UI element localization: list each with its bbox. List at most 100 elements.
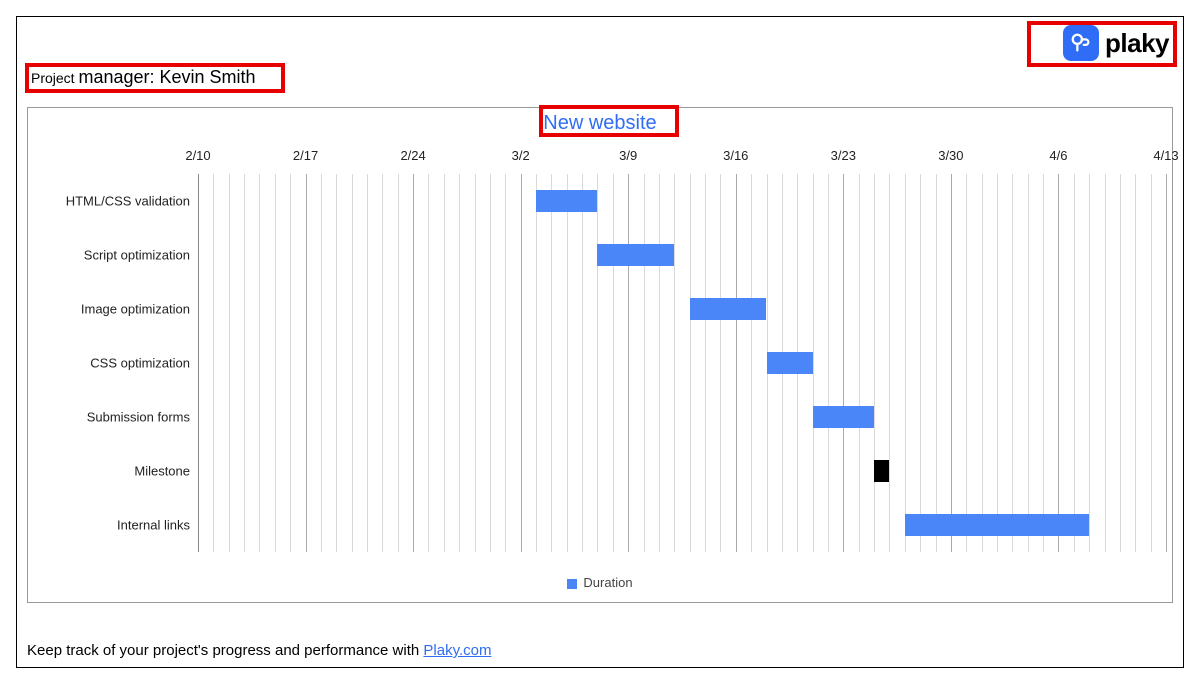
- chart-title: New website: [28, 112, 1172, 135]
- x-tick: 3/16: [723, 148, 748, 163]
- gridline: [859, 174, 860, 552]
- gantt-bar: [767, 352, 813, 374]
- gantt-chart: New website 2/10 2/17 2/24 3/2 3/9 3/16 3/23 3/…: [27, 107, 1173, 603]
- gridline: [1089, 174, 1090, 552]
- gridline: [1043, 174, 1044, 552]
- gantt-bar: [690, 298, 767, 320]
- y-label: HTML/CSS validation: [28, 194, 190, 209]
- y-label: CSS optimization: [28, 356, 190, 371]
- gridline: [275, 174, 276, 552]
- x-axis-ticks: 2/102/172/243/23/93/163/233/304/64/13: [28, 148, 1172, 166]
- plot-area: [198, 174, 1166, 552]
- gridline: [1058, 174, 1059, 552]
- gridline: [874, 174, 875, 552]
- gridline: [813, 174, 814, 552]
- gridline: [751, 174, 752, 552]
- legend-swatch: [567, 579, 577, 589]
- gridline: [905, 174, 906, 552]
- gridline: [1120, 174, 1121, 552]
- x-tick: 2/10: [185, 148, 210, 163]
- gridline: [567, 174, 568, 552]
- gridline: [828, 174, 829, 552]
- gridline: [213, 174, 214, 552]
- gridline: [306, 174, 307, 552]
- gridline: [1028, 174, 1029, 552]
- x-tick: 2/24: [400, 148, 425, 163]
- x-tick: 3/30: [938, 148, 963, 163]
- y-label: Script optimization: [28, 248, 190, 263]
- footer-text: Keep track of your project's progress an…: [27, 642, 491, 659]
- y-label: Submission forms: [28, 410, 190, 425]
- gridline: [1105, 174, 1106, 552]
- pm-value: manager: Kevin Smith: [78, 67, 255, 87]
- legend-label: Duration: [583, 575, 632, 590]
- gridline: [352, 174, 353, 552]
- gridline: [659, 174, 660, 552]
- gridline: [444, 174, 445, 552]
- gantt-bar: [905, 514, 1089, 536]
- y-axis-labels: HTML/CSS validation Script optimization Im…: [28, 174, 198, 552]
- gridline: [290, 174, 291, 552]
- gridline: [920, 174, 921, 552]
- gridline: [674, 174, 675, 552]
- gridline: [229, 174, 230, 552]
- footer-copy: Keep track of your project's progress an…: [27, 642, 423, 659]
- gridline: [613, 174, 614, 552]
- gridline: [490, 174, 491, 552]
- gridline: [720, 174, 721, 552]
- gantt-bar: [813, 406, 874, 428]
- gridline: [582, 174, 583, 552]
- gridline: [259, 174, 260, 552]
- gridline: [843, 174, 844, 552]
- chart-legend: Duration: [28, 575, 1172, 590]
- gridline: [475, 174, 476, 552]
- gridline: [936, 174, 937, 552]
- gridline: [521, 174, 522, 552]
- gridline: [1151, 174, 1152, 552]
- gridline: [536, 174, 537, 552]
- gridline: [889, 174, 890, 552]
- x-tick: 2/17: [293, 148, 318, 163]
- x-tick: 4/13: [1153, 148, 1178, 163]
- gridline: [428, 174, 429, 552]
- gridline: [628, 174, 629, 552]
- project-manager-label: Project manager: Kevin Smith: [31, 67, 256, 88]
- gridline: [505, 174, 506, 552]
- gridline: [951, 174, 952, 552]
- gridline: [1074, 174, 1075, 552]
- x-tick: 4/6: [1049, 148, 1067, 163]
- gridline: [413, 174, 414, 552]
- gridline: [1135, 174, 1136, 552]
- gantt-bar: [597, 244, 674, 266]
- y-label: Milestone: [28, 464, 190, 479]
- x-tick: 3/9: [619, 148, 637, 163]
- page-frame: plaky Project manager: Kevin Smith New w…: [16, 16, 1184, 668]
- gridline: [244, 174, 245, 552]
- gridline: [705, 174, 706, 552]
- gridline: [997, 174, 998, 552]
- x-tick: 3/23: [831, 148, 856, 163]
- gridline: [321, 174, 322, 552]
- gridline: [1166, 174, 1167, 552]
- gridline: [690, 174, 691, 552]
- gridline: [551, 174, 552, 552]
- gridline: [736, 174, 737, 552]
- gridline: [459, 174, 460, 552]
- footer-link[interactable]: Plaky.com: [423, 642, 491, 659]
- y-label: Image optimization: [28, 302, 190, 317]
- gantt-bar: [536, 190, 597, 212]
- gridline: [597, 174, 598, 552]
- brand-logo: plaky: [1063, 25, 1169, 61]
- pm-prefix: Project: [31, 70, 78, 86]
- gridline: [198, 174, 199, 552]
- brand-name: plaky: [1105, 28, 1169, 59]
- gridline: [644, 174, 645, 552]
- plaky-icon: [1063, 25, 1099, 61]
- y-label: Internal links: [28, 518, 190, 533]
- x-tick: 3/2: [512, 148, 530, 163]
- gridline: [1012, 174, 1013, 552]
- milestone-bar: [874, 460, 889, 482]
- gridline: [966, 174, 967, 552]
- gridline: [336, 174, 337, 552]
- gridline: [982, 174, 983, 552]
